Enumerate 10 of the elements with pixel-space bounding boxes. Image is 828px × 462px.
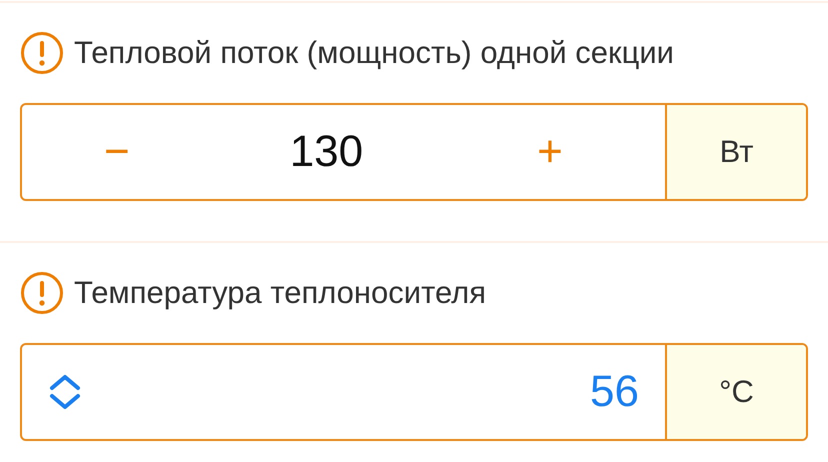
warning-icon [20,271,64,315]
input-field[interactable]: 56 °C [20,343,808,441]
field-label: Температура теплоносителя [74,274,486,312]
unit-label: °C [665,345,806,439]
warning-icon [20,31,64,75]
field-value: 56 [590,366,639,418]
up-down-chevron-icon[interactable] [48,372,82,412]
field-label: Тепловой поток (мощность) одной секции [74,34,674,72]
unit-label: Вт [665,105,806,199]
field-value: 130 [290,126,364,178]
